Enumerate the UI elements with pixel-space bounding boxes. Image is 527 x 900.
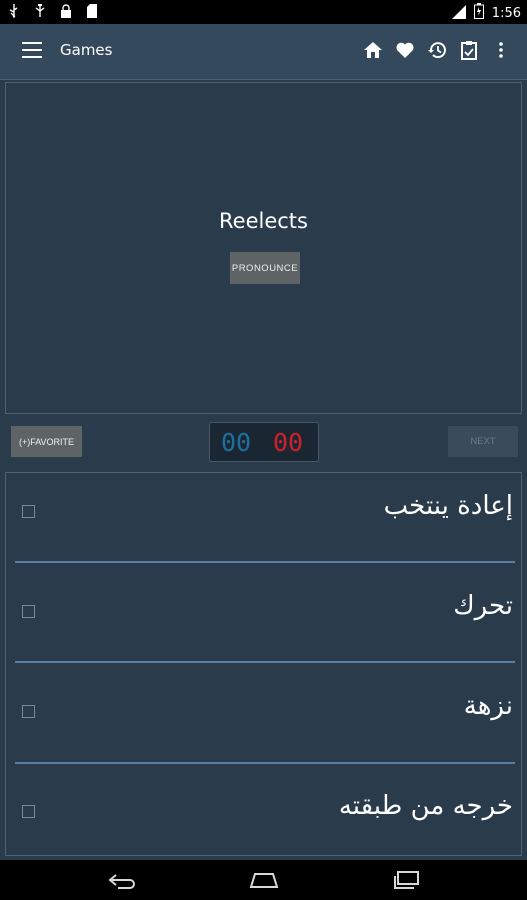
option-checkbox[interactable] — [22, 605, 35, 618]
sd-card-icon — [86, 4, 98, 18]
battery-icon — [473, 3, 484, 23]
wifi-icon — [451, 4, 466, 23]
option-checkbox[interactable] — [22, 505, 35, 518]
history-icon[interactable] — [425, 38, 449, 62]
answer-option[interactable]: تحرك — [6, 573, 521, 673]
next-button[interactable]: NEXT — [448, 426, 518, 457]
answer-options: إعادة ينتخب تحرك نزهة خرجه من طبقته — [5, 472, 522, 856]
clock: 1:56 — [491, 5, 521, 21]
notification-icons — [8, 4, 98, 18]
pronounce-button[interactable]: PRONOUNCE — [230, 252, 300, 284]
answer-option[interactable]: خرجه من طبقته — [6, 773, 521, 873]
usb-icon — [8, 4, 20, 18]
back-icon[interactable] — [106, 868, 140, 892]
answer-option[interactable]: نزهة — [6, 673, 521, 773]
navigation-bar — [0, 860, 527, 900]
home-icon[interactable] — [361, 38, 385, 62]
option-divider — [15, 762, 515, 764]
option-text: نزهة — [463, 691, 513, 721]
answer-option[interactable]: إعادة ينتخب — [6, 473, 521, 573]
score-wrong: 00 — [273, 428, 304, 457]
app-root: 1:56 Games Reelects PRONOUNCE (+)FAVORIT… — [0, 0, 527, 900]
page-title: Games — [60, 41, 113, 59]
option-text: إعادة ينتخب — [383, 491, 513, 521]
clipboard-icon[interactable] — [457, 38, 481, 62]
home-nav-icon[interactable] — [247, 868, 281, 892]
system-icons: 1:56 — [451, 3, 521, 23]
menu-icon[interactable] — [22, 42, 42, 58]
usb-debug-icon — [34, 4, 46, 18]
word-card: Reelects PRONOUNCE — [5, 82, 522, 414]
lock-icon — [60, 4, 72, 18]
question-word: Reelects — [219, 209, 308, 233]
toolbar-actions — [361, 38, 513, 62]
option-divider — [15, 561, 515, 563]
more-vert-icon[interactable] — [489, 38, 513, 62]
option-checkbox[interactable] — [22, 805, 35, 818]
option-divider — [15, 661, 515, 663]
option-text: خرجه من طبقته — [338, 791, 513, 821]
app-bar: Games — [0, 24, 527, 80]
score-correct: 00 — [221, 428, 252, 457]
option-text: تحرك — [453, 591, 513, 621]
recents-icon[interactable] — [390, 868, 424, 892]
option-checkbox[interactable] — [22, 705, 35, 718]
status-bar: 1:56 — [0, 0, 527, 24]
heart-icon[interactable] — [393, 38, 417, 62]
favorite-button[interactable]: (+)FAVORITE — [11, 426, 82, 457]
score-counter: 00 00 — [209, 422, 319, 462]
